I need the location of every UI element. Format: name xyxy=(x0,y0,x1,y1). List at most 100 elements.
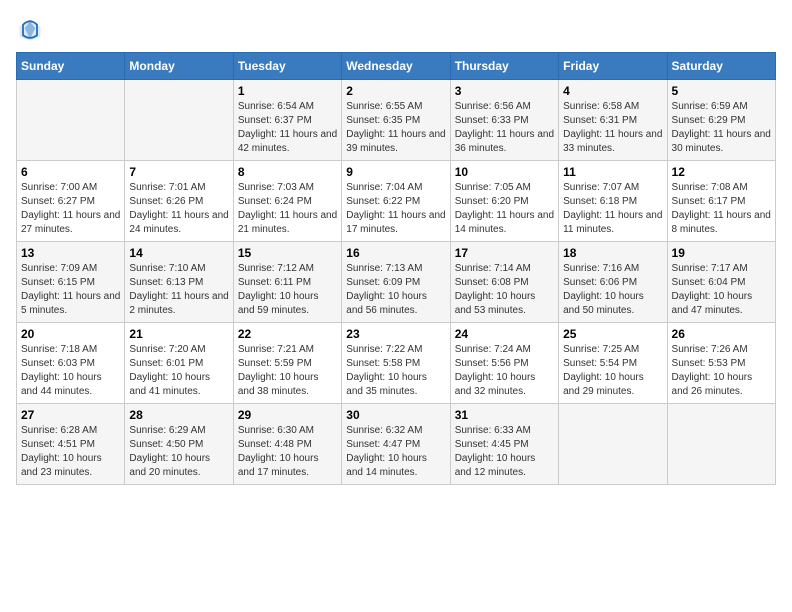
day-number: 10 xyxy=(455,165,554,179)
day-info: Sunrise: 6:29 AM Sunset: 4:50 PM Dayligh… xyxy=(129,424,228,480)
calendar-cell: 22 Sunrise: 7:21 AM Sunset: 5:59 PM Dayli… xyxy=(233,323,341,404)
calendar-cell xyxy=(667,404,775,485)
day-number: 7 xyxy=(129,165,228,179)
day-header: Wednesday xyxy=(342,53,450,80)
day-number: 8 xyxy=(238,165,337,179)
calendar-table: SundayMondayTuesdayWednesdayThursdayFrid… xyxy=(16,52,776,485)
day-header: Thursday xyxy=(450,53,558,80)
day-info: Sunrise: 7:00 AM Sunset: 6:27 PM Dayligh… xyxy=(21,181,120,237)
day-info: Sunrise: 7:05 AM Sunset: 6:20 PM Dayligh… xyxy=(455,181,554,237)
calendar-week-row: 1 Sunrise: 6:54 AM Sunset: 6:37 PM Daylig… xyxy=(17,80,776,161)
calendar-cell: 14 Sunrise: 7:10 AM Sunset: 6:13 PM Dayli… xyxy=(125,242,233,323)
day-header: Tuesday xyxy=(233,53,341,80)
day-number: 18 xyxy=(563,246,662,260)
calendar-cell: 5 Sunrise: 6:59 AM Sunset: 6:29 PM Daylig… xyxy=(667,80,775,161)
calendar-body: 1 Sunrise: 6:54 AM Sunset: 6:37 PM Daylig… xyxy=(17,80,776,485)
day-info: Sunrise: 7:03 AM Sunset: 6:24 PM Dayligh… xyxy=(238,181,337,237)
day-number: 27 xyxy=(21,408,120,422)
calendar-cell: 27 Sunrise: 6:28 AM Sunset: 4:51 PM Dayli… xyxy=(17,404,125,485)
calendar-cell: 30 Sunrise: 6:32 AM Sunset: 4:47 PM Dayli… xyxy=(342,404,450,485)
calendar-cell: 20 Sunrise: 7:18 AM Sunset: 6:03 PM Dayli… xyxy=(17,323,125,404)
day-number: 25 xyxy=(563,327,662,341)
day-info: Sunrise: 7:08 AM Sunset: 6:17 PM Dayligh… xyxy=(672,181,771,237)
calendar-cell: 2 Sunrise: 6:55 AM Sunset: 6:35 PM Daylig… xyxy=(342,80,450,161)
calendar-cell: 17 Sunrise: 7:14 AM Sunset: 6:08 PM Dayli… xyxy=(450,242,558,323)
day-number: 28 xyxy=(129,408,228,422)
calendar-cell: 21 Sunrise: 7:20 AM Sunset: 6:01 PM Dayli… xyxy=(125,323,233,404)
day-number: 3 xyxy=(455,84,554,98)
day-info: Sunrise: 6:32 AM Sunset: 4:47 PM Dayligh… xyxy=(346,424,445,480)
day-info: Sunrise: 7:20 AM Sunset: 6:01 PM Dayligh… xyxy=(129,343,228,399)
calendar-cell: 18 Sunrise: 7:16 AM Sunset: 6:06 PM Dayli… xyxy=(559,242,667,323)
day-info: Sunrise: 7:21 AM Sunset: 5:59 PM Dayligh… xyxy=(238,343,337,399)
day-number: 11 xyxy=(563,165,662,179)
calendar-cell: 10 Sunrise: 7:05 AM Sunset: 6:20 PM Dayli… xyxy=(450,161,558,242)
day-info: Sunrise: 7:22 AM Sunset: 5:58 PM Dayligh… xyxy=(346,343,445,399)
day-number: 21 xyxy=(129,327,228,341)
day-info: Sunrise: 7:24 AM Sunset: 5:56 PM Dayligh… xyxy=(455,343,554,399)
logo xyxy=(16,16,48,44)
calendar-cell: 1 Sunrise: 6:54 AM Sunset: 6:37 PM Daylig… xyxy=(233,80,341,161)
day-number: 29 xyxy=(238,408,337,422)
day-header: Monday xyxy=(125,53,233,80)
calendar-cell: 25 Sunrise: 7:25 AM Sunset: 5:54 PM Dayli… xyxy=(559,323,667,404)
calendar-cell: 4 Sunrise: 6:58 AM Sunset: 6:31 PM Daylig… xyxy=(559,80,667,161)
calendar-cell: 28 Sunrise: 6:29 AM Sunset: 4:50 PM Dayli… xyxy=(125,404,233,485)
page-header xyxy=(16,16,776,44)
day-info: Sunrise: 7:14 AM Sunset: 6:08 PM Dayligh… xyxy=(455,262,554,318)
day-header: Friday xyxy=(559,53,667,80)
day-number: 12 xyxy=(672,165,771,179)
calendar-cell: 16Sunrise: 7:13 AM Sunset: 6:09 PM Dayli… xyxy=(342,242,450,323)
day-number: 16 xyxy=(346,246,445,260)
day-info: Sunrise: 6:28 AM Sunset: 4:51 PM Dayligh… xyxy=(21,424,120,480)
day-number: 23 xyxy=(346,327,445,341)
day-number: 6 xyxy=(21,165,120,179)
calendar-cell: 15Sunrise: 7:12 AM Sunset: 6:11 PM Dayli… xyxy=(233,242,341,323)
day-number: 14 xyxy=(129,246,228,260)
calendar-cell xyxy=(17,80,125,161)
day-info: Sunrise: 6:33 AM Sunset: 4:45 PM Dayligh… xyxy=(455,424,554,480)
calendar-cell: 26Sunrise: 7:26 AM Sunset: 5:53 PM Dayli… xyxy=(667,323,775,404)
day-number: 5 xyxy=(672,84,771,98)
day-info: Sunrise: 7:09 AM Sunset: 6:15 PM Dayligh… xyxy=(21,262,120,318)
day-info: Sunrise: 7:01 AM Sunset: 6:26 PM Dayligh… xyxy=(129,181,228,237)
calendar-cell: 11 Sunrise: 7:07 AM Sunset: 6:18 PM Dayli… xyxy=(559,161,667,242)
day-number: 13 xyxy=(21,246,120,260)
day-number: 22 xyxy=(238,327,337,341)
calendar-cell: 3Sunrise: 6:56 AM Sunset: 6:33 PM Daylig… xyxy=(450,80,558,161)
day-number: 20 xyxy=(21,327,120,341)
day-number: 9 xyxy=(346,165,445,179)
day-info: Sunrise: 6:58 AM Sunset: 6:31 PM Dayligh… xyxy=(563,100,662,156)
day-number: 17 xyxy=(455,246,554,260)
day-info: Sunrise: 7:07 AM Sunset: 6:18 PM Dayligh… xyxy=(563,181,662,237)
calendar-week-row: 6 Sunrise: 7:00 AM Sunset: 6:27 PM Daylig… xyxy=(17,161,776,242)
calendar-cell: 8 Sunrise: 7:03 AM Sunset: 6:24 PM Daylig… xyxy=(233,161,341,242)
day-number: 4 xyxy=(563,84,662,98)
calendar-cell: 29Sunrise: 6:30 AM Sunset: 4:48 PM Dayli… xyxy=(233,404,341,485)
day-info: Sunrise: 7:04 AM Sunset: 6:22 PM Dayligh… xyxy=(346,181,445,237)
calendar-cell: 7 Sunrise: 7:01 AM Sunset: 6:26 PM Daylig… xyxy=(125,161,233,242)
day-number: 31 xyxy=(455,408,554,422)
day-info: Sunrise: 7:25 AM Sunset: 5:54 PM Dayligh… xyxy=(563,343,662,399)
day-header: Sunday xyxy=(17,53,125,80)
calendar-week-row: 27 Sunrise: 6:28 AM Sunset: 4:51 PM Dayli… xyxy=(17,404,776,485)
day-info: Sunrise: 7:16 AM Sunset: 6:06 PM Dayligh… xyxy=(563,262,662,318)
day-number: 15 xyxy=(238,246,337,260)
day-number: 30 xyxy=(346,408,445,422)
day-number: 19 xyxy=(672,246,771,260)
day-info: Sunrise: 6:59 AM Sunset: 6:29 PM Dayligh… xyxy=(672,100,771,156)
calendar-cell: 6 Sunrise: 7:00 AM Sunset: 6:27 PM Daylig… xyxy=(17,161,125,242)
day-number: 24 xyxy=(455,327,554,341)
day-info: Sunrise: 6:55 AM Sunset: 6:35 PM Dayligh… xyxy=(346,100,445,156)
calendar-header-row: SundayMondayTuesdayWednesdayThursdayFrid… xyxy=(17,53,776,80)
calendar-cell xyxy=(125,80,233,161)
day-info: Sunrise: 7:26 AM Sunset: 5:53 PM Dayligh… xyxy=(672,343,771,399)
day-info: Sunrise: 7:10 AM Sunset: 6:13 PM Dayligh… xyxy=(129,262,228,318)
day-number: 1 xyxy=(238,84,337,98)
day-info: Sunrise: 7:18 AM Sunset: 6:03 PM Dayligh… xyxy=(21,343,120,399)
calendar-cell xyxy=(559,404,667,485)
day-number: 2 xyxy=(346,84,445,98)
calendar-cell: 24 Sunrise: 7:24 AM Sunset: 5:56 PM Dayli… xyxy=(450,323,558,404)
day-info: Sunrise: 6:54 AM Sunset: 6:37 PM Dayligh… xyxy=(238,100,337,156)
calendar-cell: 19Sunrise: 7:17 AM Sunset: 6:04 PM Dayli… xyxy=(667,242,775,323)
